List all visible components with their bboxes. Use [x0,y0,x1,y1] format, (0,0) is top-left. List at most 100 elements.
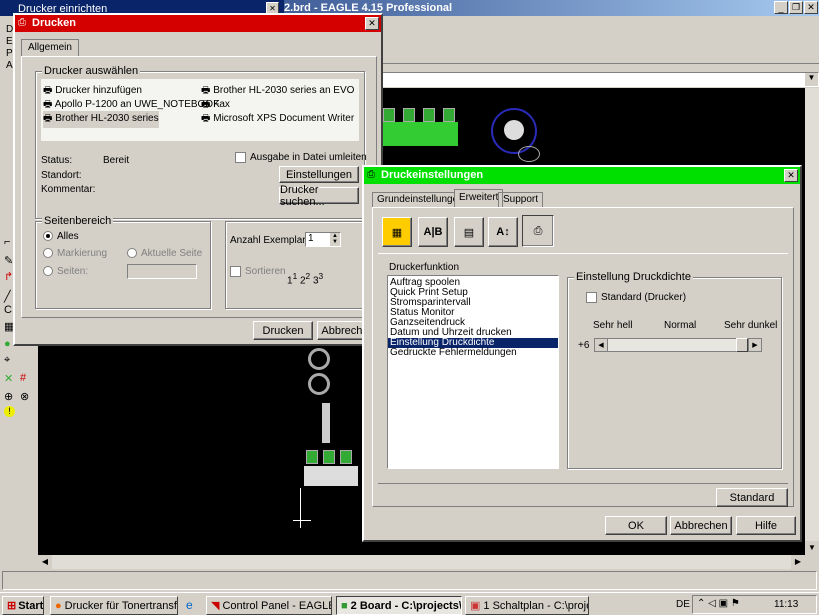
combo-arrow-icon[interactable]: ▼ [805,73,818,86]
schematic-icon: ▣ [470,600,481,612]
ok-button[interactable]: OK [605,516,667,535]
pages-input[interactable] [127,264,197,279]
slider-left-icon[interactable]: ◀ [594,338,608,352]
print-dialog: ⎙ Drucken ✕ Allgemein Drucker auswählen … [13,13,383,346]
printer-item-selected[interactable]: 🖶 Brother HL-2030 series [43,111,159,128]
drc-icon[interactable]: ⊗ [20,390,29,403]
eagle-toolbar [380,34,819,64]
printer-icon: 🖶 [201,113,211,124]
range-current-radio[interactable]: Aktuelle Seite [127,248,202,259]
tab-advanced[interactable]: Erweitert [454,189,504,208]
find-printer-button[interactable]: Drucker suchen... [279,184,359,208]
vertical-scrollbar[interactable] [805,88,819,555]
close-icon[interactable]: ✕ [804,1,818,14]
scroll-left-icon[interactable]: ◀ [38,555,52,569]
copies-stepper[interactable]: ▲ ▼ [330,233,340,246]
printer-list[interactable]: 🖶 Drucker hinzufügen 🖶 Apollo P-1200 an … [41,79,359,141]
density-group-label: Einstellung Druckdichte [574,271,693,283]
font-size-icon[interactable]: A↕ [488,217,518,247]
eagle-icon: ◥ [211,600,220,612]
wire-icon[interactable]: ⌐ [4,236,10,248]
ratsnest-icon[interactable]: ✕ [4,372,13,385]
via-icon[interactable]: ● [4,338,11,350]
printer-icon: ⎙ [18,17,26,28]
range-selection-radio[interactable]: Markierung [43,248,107,259]
collate-pages-icon: 11 22 33 [287,271,324,287]
slider-thumb[interactable] [736,338,748,352]
settings-close-icon[interactable]: ✕ [784,169,798,182]
taskbar: ⊞Start ●Drucker für Tonertransfe... e ◥C… [0,592,819,615]
taskbar-item[interactable]: ◥Control Panel - EAGLE 4.... [206,596,332,615]
taskbar-item[interactable]: ●Drucker für Tonertransfe... [50,596,178,615]
function-item[interactable]: Gedruckte Fehlermeldungen [388,348,558,358]
print-button[interactable]: Drucken [253,321,313,340]
font-ab-icon[interactable]: A|B [418,217,448,247]
print-to-file-checkbox[interactable]: Ausgabe in Datei umleiten [235,152,367,163]
status-value: Bereit [103,155,130,166]
hole-icon[interactable]: ⌖ [4,354,10,367]
density-value: +6 [578,340,590,351]
horizontal-scrollbar[interactable] [38,555,805,569]
grid-icon[interactable]: # [20,372,26,384]
firefox-icon: ● [55,599,62,612]
pencil-icon[interactable]: ✎ [4,254,13,267]
taskbar-item[interactable]: ▣1 Schaltplan - C:\project... [465,596,589,615]
comment-label: Kommentar: [41,184,96,195]
settings-title: Druckeinstellungen [381,169,484,181]
range-pages-radio[interactable]: Seiten: [43,266,88,277]
network-printer-icon: 🖶 [43,99,53,110]
tab-general[interactable]: Allgemein [21,39,79,57]
location-label: Standort: [41,170,82,181]
functions-list[interactable]: Auftrag spoolen Quick Print Setup Stroms… [387,275,559,469]
route-icon[interactable]: ↱ [4,270,13,283]
settings-dialog: ⎙ Druckeinstellungen ✕ Grundeinstellunge… [362,165,802,542]
settings-cancel-button[interactable]: Abbrechen [670,516,732,535]
restore-button[interactable]: ❐ [789,1,803,14]
copies-label: Anzahl Exemplare: [230,235,314,246]
start-button[interactable]: ⊞ Start [2,596,44,615]
tab-support[interactable]: Support [498,192,544,208]
printer-item[interactable]: 🖶 Microsoft XPS Document Writer [201,111,354,128]
status-bar [2,571,817,590]
page-range-label: Seitenbereich [42,215,114,227]
scale-light-label: Sehr hell [593,320,633,331]
tray-icons[interactable]: ⌃ ◁ ▣ ⚑ [697,598,740,609]
functions-label: Druckerfunktion [389,262,460,273]
scale-normal-label: Normal [664,320,697,331]
arc-icon[interactable]: C [4,304,12,316]
range-all-radio[interactable]: Alles [43,231,79,242]
layer-combo[interactable] [380,72,819,87]
taskbar-item-active[interactable]: ■ 2 Board - C:\projects\... [336,596,462,615]
add-printer-icon: 🖶 [43,85,53,96]
device-options-icon[interactable]: ⎙ [522,215,554,247]
page-icon[interactable]: ▤ [454,217,484,247]
select-printer-label: Drucker auswählen [42,65,141,77]
board-icon: ■ [341,599,348,612]
slider-right-icon[interactable]: ▶ [748,338,762,352]
scale-dark-label: Sehr dunkel [724,320,778,331]
minimize-button[interactable]: _ [774,1,788,14]
settings-button[interactable]: Einstellungen [279,166,359,183]
network-printer-icon: 🖶 [201,85,211,96]
help-button[interactable]: Hilfe [736,516,796,535]
ie-quicklaunch-icon[interactable]: e [186,598,193,612]
density-group: Einstellung Druckdichte [567,271,782,469]
print-dialog-close-icon[interactable]: ✕ [365,17,379,30]
collate-checkbox[interactable]: Sortieren [230,266,286,277]
scroll-down-icon[interactable]: ▼ [805,541,819,555]
printer-icon: 🖶 [43,113,53,124]
fax-icon: 🖶 [201,99,211,110]
scroll-right-icon[interactable]: ▶ [791,555,805,569]
clock: 11:13 [774,599,799,610]
windows-logo-icon: ⊞ [7,600,17,612]
status-label: Status: [41,155,73,166]
language-indicator[interactable]: DE [676,599,690,610]
zoom-icon[interactable]: ⊕ [4,390,13,403]
print-dialog-title: Drucken [32,17,77,29]
standard-button[interactable]: Standard [716,488,788,507]
line-icon[interactable]: ╱ [4,290,11,303]
watermark-icon[interactable]: ▦ [382,217,412,247]
errors-icon[interactable]: ! [4,406,15,417]
standard-printer-checkbox[interactable]: Standard (Drucker) [586,292,686,303]
printer-icon: ⎙ [367,169,375,180]
